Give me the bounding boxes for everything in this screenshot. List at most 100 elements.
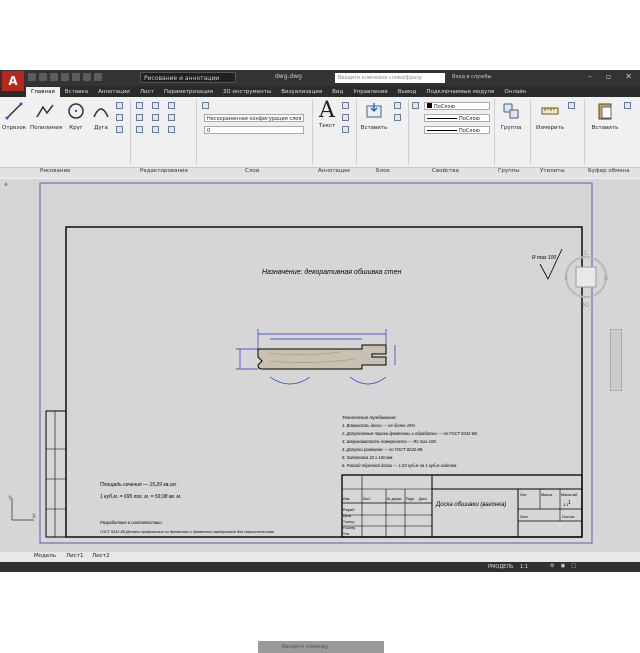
leader-icon[interactable] <box>342 114 349 121</box>
tab-2[interactable]: Аннотации <box>93 87 135 97</box>
line-icon <box>5 102 23 120</box>
tab-model[interactable]: Модель <box>34 553 56 559</box>
edit-block-icon[interactable] <box>394 114 401 121</box>
tab-9[interactable]: Вывод <box>393 87 422 97</box>
tab-sheet1[interactable]: Лист1 <box>66 553 83 559</box>
mirror-icon[interactable] <box>152 114 159 121</box>
hatch-icon[interactable] <box>116 114 123 121</box>
circle-tool[interactable]: Круг <box>64 101 88 131</box>
sign-in-link[interactable]: Вход в службы <box>452 74 491 80</box>
minimize-icon[interactable]: – <box>588 72 592 81</box>
group-title-block[interactable]: Блок <box>376 168 390 174</box>
rectangle-icon[interactable] <box>116 102 123 109</box>
viewcube[interactable]: С З В Ю <box>562 249 610 309</box>
text-tool[interactable]: A Текст <box>316 100 338 130</box>
command-line-input[interactable]: Введите команду <box>258 641 384 653</box>
workspace-gear-icon[interactable]: ⚙ <box>550 563 554 569</box>
tab-6[interactable]: Визуализация <box>276 87 327 97</box>
roughness-text: R max 100 <box>532 255 556 261</box>
save-as-icon[interactable] <box>61 73 69 81</box>
scale-icon[interactable] <box>152 126 159 133</box>
trim-icon[interactable] <box>168 102 175 109</box>
save-icon[interactable] <box>50 73 58 81</box>
measure-tool[interactable]: Измерить <box>534 101 566 131</box>
separator <box>408 99 409 165</box>
ellipse-icon[interactable] <box>116 126 123 133</box>
undo-icon[interactable] <box>83 73 91 81</box>
stamp-header-cell: Дата <box>419 497 427 501</box>
lineweight-dropdown[interactable]: ПоСлою <box>424 126 490 134</box>
color-swatch <box>427 103 432 108</box>
tab-10[interactable]: Подключаемые модули <box>421 87 499 97</box>
copy-icon[interactable] <box>136 114 143 121</box>
print-icon[interactable] <box>72 73 80 81</box>
stretch-icon[interactable] <box>136 126 143 133</box>
drawing-canvas[interactable]: Назначение: декоративная обшивка стен R … <box>0 179 640 653</box>
layer-state-dropdown[interactable]: Несохраненная конфигурация слоя <box>204 114 304 122</box>
dimension-icon[interactable] <box>342 102 349 109</box>
app-logo[interactable]: A <box>2 71 24 91</box>
array-icon[interactable] <box>168 126 175 133</box>
select-icon[interactable] <box>568 102 575 109</box>
annotation-scale[interactable]: 1:1 <box>520 564 528 570</box>
group-title-utilities[interactable]: Утилиты <box>540 168 565 174</box>
move-icon[interactable] <box>136 102 143 109</box>
polyline-label: Полилиния <box>30 125 63 131</box>
group-title-layers[interactable]: Слои <box>245 168 259 174</box>
tab-1[interactable]: Вставка <box>60 87 93 97</box>
group-title-annotation[interactable]: Аннотации <box>318 168 350 174</box>
tab-0[interactable]: Главная <box>26 87 60 97</box>
tab-11[interactable]: Онлайн <box>499 87 531 97</box>
create-block-icon[interactable] <box>394 102 401 109</box>
lineweight-value: ПоСлою <box>459 128 480 134</box>
maximize-icon[interactable]: ▫ <box>606 72 611 81</box>
group-title-draw[interactable]: Рисование <box>40 168 70 174</box>
paste-icon <box>598 103 612 120</box>
separator <box>130 99 131 165</box>
group-title-modify[interactable]: Редактирование <box>140 168 188 174</box>
line-tool[interactable]: Отрезок <box>2 101 26 131</box>
group-title-groups[interactable]: Группы <box>498 168 520 174</box>
cut-icon[interactable] <box>624 102 631 109</box>
tab-4[interactable]: Параметризация <box>159 87 218 97</box>
tab-3[interactable]: Лист <box>135 87 159 97</box>
stamp-header-cell: Лист <box>363 497 371 501</box>
status-bar: РМОДЕЛЬ 1:1 ⚙ ▣ □ <box>0 562 640 572</box>
match-properties-icon[interactable] <box>412 102 419 109</box>
stamp-role: Н.контр. <box>343 526 356 530</box>
tab-5[interactable]: 3D инструменты <box>218 87 276 97</box>
stamp-role: Пров. <box>343 514 352 518</box>
model-space-toggle[interactable]: РМОДЕЛЬ <box>488 564 514 570</box>
stamp-header-cells: Изм. Лист № докум. Подп. Дата <box>343 497 427 501</box>
color-dropdown[interactable]: ПоСлою <box>424 102 490 110</box>
note-line: 2. Допускаемые пороки древесины и обрабо… <box>341 431 478 436</box>
open-icon[interactable] <box>39 73 47 81</box>
circle-label: Круг <box>69 125 83 131</box>
arc-tool[interactable]: Дуга <box>90 101 112 131</box>
search-input[interactable]: Введите ключевое слово/фразу <box>335 73 445 83</box>
lock-icon[interactable]: ▣ <box>560 563 565 569</box>
paste-tool[interactable]: Вставить <box>590 101 620 131</box>
fillet-icon[interactable] <box>168 114 175 121</box>
current-layer-dropdown[interactable]: 0 <box>204 126 304 134</box>
group-title-clipboard[interactable]: Буфер обмена <box>588 168 630 174</box>
group-title-properties[interactable]: Свойства <box>432 168 459 174</box>
group-tool[interactable]: Группа <box>498 101 524 131</box>
workspace-dropdown[interactable]: Рисование и аннотации <box>140 72 236 83</box>
side-stamp <box>45 410 67 538</box>
new-icon[interactable] <box>28 73 36 81</box>
insert-block-tool[interactable]: Вставить <box>360 101 388 131</box>
rotate-icon[interactable] <box>152 102 159 109</box>
linetype-dropdown[interactable]: ПоСлою <box>424 114 490 122</box>
layer-properties-icon[interactable] <box>202 102 209 109</box>
table-icon[interactable] <box>342 126 349 133</box>
navigation-bar[interactable] <box>610 329 622 391</box>
fullscreen-icon[interactable]: □ <box>571 563 576 569</box>
tab-sheet2[interactable]: Лист2 <box>92 553 109 559</box>
polyline-tool[interactable]: Полилиния <box>30 101 63 131</box>
tab-8[interactable]: Управление <box>348 87 393 97</box>
close-icon[interactable]: ✕ <box>625 72 632 81</box>
tab-7[interactable]: Вид <box>327 87 348 97</box>
stamp-scale-value: 1:1 <box>563 502 569 507</box>
redo-icon[interactable] <box>94 73 102 81</box>
